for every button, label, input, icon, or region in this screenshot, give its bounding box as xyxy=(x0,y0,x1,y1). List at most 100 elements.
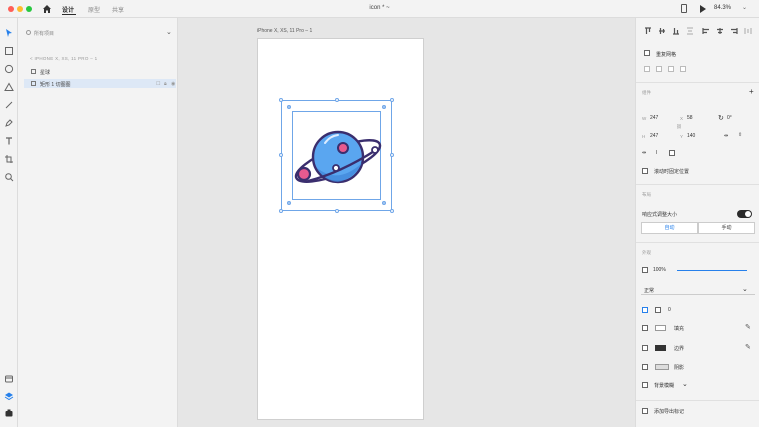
artboard-label[interactable]: iPhone X, XS, 11 Pro – 1 xyxy=(257,28,312,34)
bg-blur-label[interactable]: 背景模糊 xyxy=(654,382,674,389)
select-tool-icon[interactable] xyxy=(4,28,14,38)
responsive-resize-label: 响应式调整大小 xyxy=(642,212,678,218)
corner-all-icon[interactable] xyxy=(642,307,648,313)
corner-radius-handle[interactable] xyxy=(382,105,386,109)
bg-blur-checkbox[interactable] xyxy=(642,382,648,388)
document-title[interactable]: icon * ~ xyxy=(0,5,759,11)
boolean-exclude-icon[interactable] xyxy=(680,66,686,72)
divider xyxy=(636,242,759,243)
align-top-icon[interactable] xyxy=(644,27,652,35)
distribute-horizontal-icon[interactable] xyxy=(744,27,752,35)
align-bottom-icon[interactable] xyxy=(672,27,680,35)
lock-icon[interactable]: 🔒︎ xyxy=(164,81,167,87)
opacity-slider[interactable] xyxy=(677,270,747,271)
chevron-down-icon[interactable]: ⌄ xyxy=(742,285,748,293)
fix-position-checkbox[interactable] xyxy=(642,168,648,174)
add-component-button[interactable]: + xyxy=(749,87,754,96)
resize-handle[interactable] xyxy=(279,153,283,157)
resize-handle[interactable] xyxy=(279,98,283,102)
repeat-grid-button[interactable]: 重复网格 xyxy=(656,51,676,58)
layer-row-rect-slice[interactable]: 矩形 1 切图图 ☐ 🔒︎ ◉ xyxy=(24,79,176,88)
corner-each-icon[interactable] xyxy=(655,307,661,313)
rectangle-tool-icon[interactable] xyxy=(4,46,14,56)
visibility-icon[interactable]: ◉ xyxy=(171,81,175,87)
layers-icon[interactable] xyxy=(4,391,14,401)
align-center-icon[interactable] xyxy=(716,27,724,35)
fill-checkbox[interactable] xyxy=(642,325,648,331)
border-color-swatch[interactable] xyxy=(655,345,666,351)
plugins-icon[interactable] xyxy=(4,408,14,418)
corner-radius-handle[interactable] xyxy=(287,105,291,109)
lock-aspect-icon[interactable]: ⛓ xyxy=(676,124,682,130)
chevron-down-icon[interactable]: ⌄ xyxy=(682,380,688,388)
assets-icon[interactable] xyxy=(4,374,14,384)
export-mark-checkbox[interactable] xyxy=(642,408,648,414)
padding-box-icon[interactable] xyxy=(669,150,675,156)
text-tool-icon[interactable] xyxy=(4,136,14,146)
padding-h-icon[interactable]: ⇹ xyxy=(642,150,646,156)
rotation-field[interactable]: 0° xyxy=(727,115,732,121)
breadcrumb[interactable]: < IPHONE X, XS, 11 PRO – 1 xyxy=(30,56,97,61)
pen-tool-icon[interactable] xyxy=(4,118,14,128)
resize-manual-button[interactable]: 手动 xyxy=(698,222,755,234)
divider xyxy=(636,82,759,83)
divider xyxy=(636,400,759,401)
device-preview-icon[interactable] xyxy=(681,4,687,13)
resize-handle[interactable] xyxy=(390,209,394,213)
align-right-icon[interactable] xyxy=(730,27,738,35)
align-middle-icon[interactable] xyxy=(658,27,666,35)
y-field[interactable]: 140 xyxy=(687,133,695,139)
resize-handle[interactable] xyxy=(335,209,339,213)
shadow-checkbox[interactable] xyxy=(642,364,648,370)
fill-color-swatch[interactable] xyxy=(655,325,666,331)
layer-row-planet[interactable]: 星球 xyxy=(24,67,176,76)
corner-radius-field[interactable]: 0 xyxy=(668,307,671,313)
eyedropper-icon[interactable]: ✎ xyxy=(745,343,751,351)
width-field[interactable]: 247 xyxy=(650,115,658,121)
artboard[interactable] xyxy=(257,38,424,420)
opacity-field[interactable]: 100% xyxy=(653,267,666,273)
blend-mode-value: 正常 xyxy=(644,288,655,294)
padding-v-icon[interactable]: I xyxy=(656,150,657,156)
zoom-tool-icon[interactable] xyxy=(4,172,14,182)
line-tool-icon[interactable] xyxy=(4,100,14,110)
divider xyxy=(636,184,759,185)
group-icon xyxy=(31,69,36,74)
shadow-label: 阴影 xyxy=(674,365,685,371)
zoom-chevron-icon[interactable]: ⌄ xyxy=(742,4,747,11)
align-left-icon[interactable] xyxy=(702,27,710,35)
boolean-intersect-icon[interactable] xyxy=(668,66,674,72)
export-mark-icon[interactable]: ☐ xyxy=(156,81,160,87)
play-icon[interactable] xyxy=(700,5,706,13)
title-bar: 设计 原型 共享 icon * ~ 84.3% ⌄ xyxy=(0,0,759,18)
search-icon xyxy=(26,30,31,35)
resize-auto-button[interactable]: 自动 xyxy=(641,222,698,234)
flip-vertical-icon[interactable]: ⇳ xyxy=(738,132,742,138)
responsive-resize-toggle[interactable] xyxy=(737,210,752,218)
resize-handle[interactable] xyxy=(390,153,394,157)
artboard-tool-icon[interactable] xyxy=(4,154,14,164)
distribute-vertical-icon[interactable] xyxy=(686,27,694,35)
planet-illustration[interactable] xyxy=(292,123,384,193)
eyedropper-icon[interactable]: ✎ xyxy=(745,323,751,331)
border-label: 边界 xyxy=(674,346,685,352)
ellipse-tool-icon[interactable] xyxy=(4,64,14,74)
resize-handle[interactable] xyxy=(335,98,339,102)
zoom-level[interactable]: 84.3% xyxy=(714,5,731,11)
height-field[interactable]: 247 xyxy=(650,133,658,139)
shadow-swatch[interactable] xyxy=(655,364,669,370)
corner-radius-handle[interactable] xyxy=(382,201,386,205)
flip-horizontal-icon[interactable]: ⇹ xyxy=(724,133,728,139)
design-canvas[interactable]: iPhone X, XS, 11 Pro – 1 xyxy=(178,18,635,427)
boolean-subtract-icon[interactable] xyxy=(656,66,662,72)
x-field[interactable]: 58 xyxy=(687,115,693,121)
polygon-tool-icon[interactable] xyxy=(4,82,14,92)
resize-handle[interactable] xyxy=(279,209,283,213)
layer-label: 矩形 1 切图图 xyxy=(40,82,71,88)
corner-radius-handle[interactable] xyxy=(287,201,291,205)
boolean-add-icon[interactable] xyxy=(644,66,650,72)
blend-mode-dropdown[interactable] xyxy=(641,284,755,295)
chevron-down-icon[interactable]: ⌄ xyxy=(166,28,172,36)
border-checkbox[interactable] xyxy=(642,345,648,351)
resize-handle[interactable] xyxy=(390,98,394,102)
